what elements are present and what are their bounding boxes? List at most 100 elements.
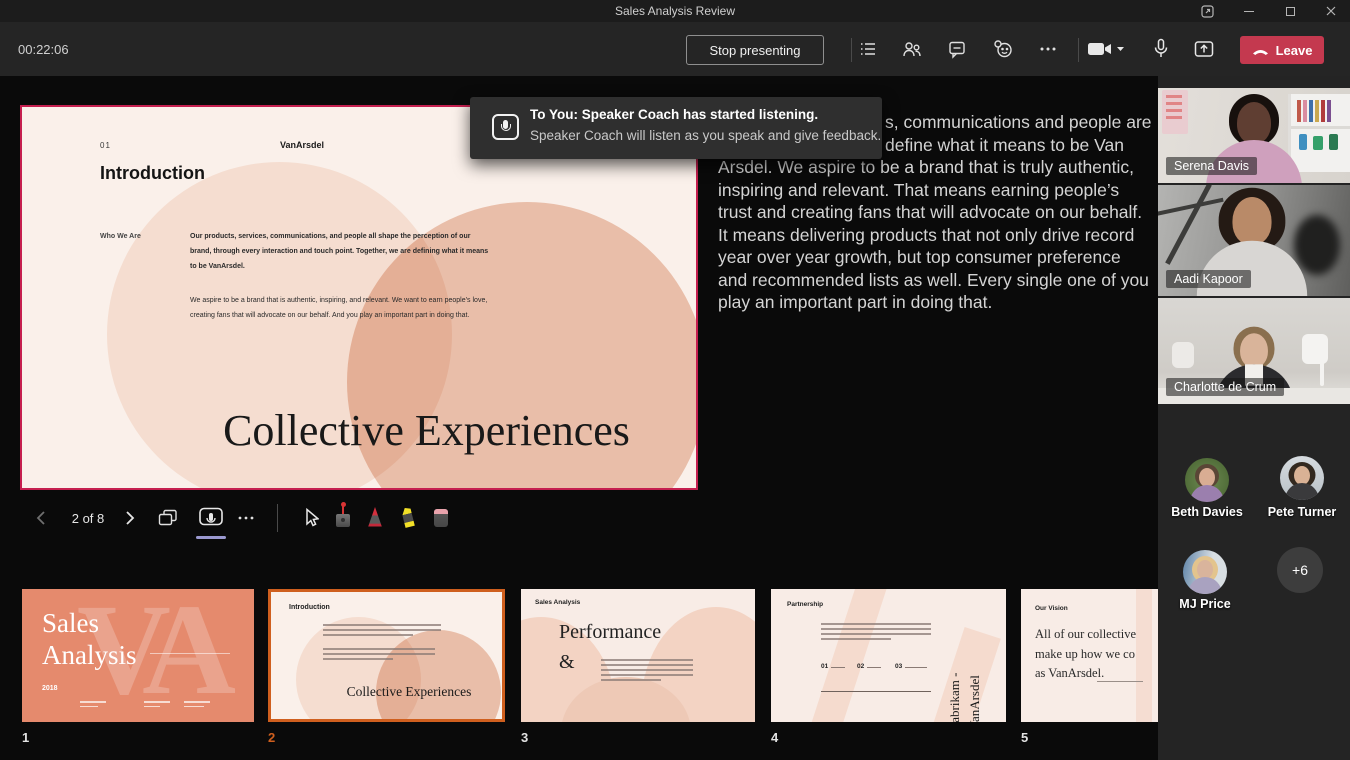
slide-index-label: 01 (100, 141, 111, 150)
participants-sidebar: Serena Davis Aadi Kapoor Charlotte de Cr… (1158, 76, 1350, 760)
select-cursor-button[interactable] (298, 504, 324, 532)
thumbnail-slide-2-selected[interactable]: Introduction Collective Experiences (268, 589, 505, 722)
next-slide-button[interactable] (118, 506, 142, 530)
placeholder-text-lines (323, 624, 441, 639)
camera-button[interactable] (1084, 33, 1130, 65)
highlighter-button[interactable] (394, 502, 422, 532)
toolbar-divider (1078, 38, 1079, 62)
decor-line (150, 653, 230, 654)
speaker-coach-toast[interactable]: To You: Speaker Coach has started listen… (470, 97, 882, 159)
popout-icon[interactable] (1192, 0, 1222, 22)
eraser-button[interactable] (428, 503, 454, 533)
maximize-button[interactable] (1275, 0, 1305, 22)
participant-name: Charlotte de Crum (1166, 378, 1284, 396)
thumb4-item: 02 (857, 663, 864, 670)
chair-decor (1172, 342, 1194, 368)
avatar-mj[interactable] (1183, 550, 1227, 594)
pen-button[interactable] (362, 502, 388, 532)
tools-divider (277, 504, 278, 532)
thumb4-item: 01 (821, 663, 828, 670)
avatar-name: Beth Davies (1160, 505, 1254, 519)
avatar-beth[interactable] (1185, 458, 1229, 502)
slide-paragraph: We aspire to be a brand that is authenti… (190, 293, 490, 323)
note-line: It means delivering products that not on… (718, 224, 1142, 247)
speaker-coach-icon (198, 506, 224, 528)
mic-button[interactable] (1145, 33, 1177, 65)
video-tile-serena[interactable]: Serena Davis (1158, 88, 1350, 183)
video-tile-aadi[interactable]: Aadi Kapoor (1158, 185, 1350, 296)
leave-button[interactable]: Leave (1240, 36, 1324, 64)
camera-icon (1088, 40, 1126, 58)
toast-subtitle: Speaker Coach will listen as you speak a… (530, 128, 881, 143)
highlighter-icon (395, 504, 422, 531)
participants-button[interactable] (896, 33, 928, 65)
note-line: trust and creating fans that will advoca… (718, 201, 1142, 224)
thumbnail-slide-3[interactable]: Sales Analysis Performance & (521, 589, 755, 722)
share-icon (1193, 39, 1215, 59)
chat-button[interactable] (941, 33, 973, 65)
coach-active-indicator (196, 536, 226, 539)
thumbnail-slide-4[interactable]: Partnership 01 02 03 Fabrikam - VanArsde… (771, 589, 1006, 722)
decor-line (1097, 681, 1143, 682)
thumbnail-slide-1[interactable]: VA Sales Analysis 2018 (22, 589, 254, 722)
laser-pointer-icon (336, 514, 350, 527)
avatar-name: Pete Turner (1255, 505, 1349, 519)
slides-grid-icon (157, 508, 179, 528)
avatar-pete[interactable] (1280, 456, 1324, 500)
placeholder-text-lines (80, 701, 106, 710)
current-slide-canvas[interactable]: 01 VanArsdel Introduction Who We Are Our… (20, 105, 698, 490)
slide-position-label: 2 of 8 (56, 511, 120, 526)
decor-line (821, 691, 931, 692)
meeting-notes-button[interactable] (852, 33, 884, 65)
close-button[interactable] (1316, 0, 1346, 22)
video-tile-charlotte[interactable]: Charlotte de Crum (1158, 298, 1350, 404)
more-dots-icon (1038, 39, 1058, 59)
speaker-coach-button[interactable] (192, 502, 230, 532)
thumb3-ampersand: & (559, 651, 575, 674)
list-icon (858, 39, 878, 59)
thumbnail-slide-5[interactable]: Our Vision All of our collective make up… (1021, 589, 1158, 722)
placeholder-text-lines (905, 667, 927, 668)
participant-name: Serena Davis (1166, 157, 1257, 175)
meeting-timer: 00:22:06 (18, 42, 69, 57)
more-options-button[interactable] (1032, 33, 1064, 65)
thumb4-vertical-text: VanArsdel (967, 675, 983, 722)
window-title: Sales Analysis Review (0, 0, 1350, 22)
minimize-button[interactable] (1234, 0, 1264, 22)
thumb2-number: 2 (268, 730, 275, 745)
note-line: Arsdel. We aspire to be a brand that is … (718, 156, 1142, 179)
participant-name: Aadi Kapoor (1166, 270, 1251, 288)
slide-brand-logo: VanArsdel (280, 140, 324, 150)
reactions-button[interactable] (987, 33, 1019, 65)
eraser-icon (434, 509, 448, 527)
placeholder-text-lines (144, 701, 170, 710)
thumb2-heading: Introduction (289, 604, 330, 611)
slide-paragraph: Our products, services, communications, … (190, 229, 490, 274)
title-bar: Sales Analysis Review (0, 0, 1350, 22)
stripe-decor (806, 589, 890, 722)
more-dots-icon (237, 509, 255, 527)
placeholder-text-lines (831, 667, 845, 668)
placeholder-text-lines (323, 648, 435, 663)
leave-label: Leave (1276, 43, 1313, 58)
note-line: inspiring and relevant. That means earni… (718, 179, 1142, 202)
thumb2-title: Collective Experiences (271, 684, 502, 700)
pen-icon (366, 506, 384, 528)
thumb3-number: 3 (521, 730, 528, 745)
overflow-participants-badge[interactable]: +6 (1277, 547, 1323, 593)
note-line: year over year growth, but top consumer … (718, 246, 1142, 269)
share-screen-button[interactable] (1188, 33, 1220, 65)
grid-view-button[interactable] (152, 504, 184, 532)
thumb1-title: Sales Analysis (42, 607, 137, 671)
chevron-down-icon (1117, 47, 1124, 51)
thumb4-number: 4 (771, 730, 778, 745)
laser-pointer-button[interactable] (330, 500, 356, 532)
thumb3-title: Performance (559, 621, 661, 644)
stop-presenting-button[interactable]: Stop presenting (686, 35, 824, 65)
thumb5-number: 5 (1021, 730, 1028, 745)
previous-slide-button[interactable] (28, 506, 52, 530)
smiley-icon (992, 38, 1014, 60)
meeting-toolbar: 00:22:06 Stop presenting Leave (0, 22, 1350, 76)
more-tools-button[interactable] (232, 506, 260, 530)
poster-decor (1162, 90, 1188, 134)
